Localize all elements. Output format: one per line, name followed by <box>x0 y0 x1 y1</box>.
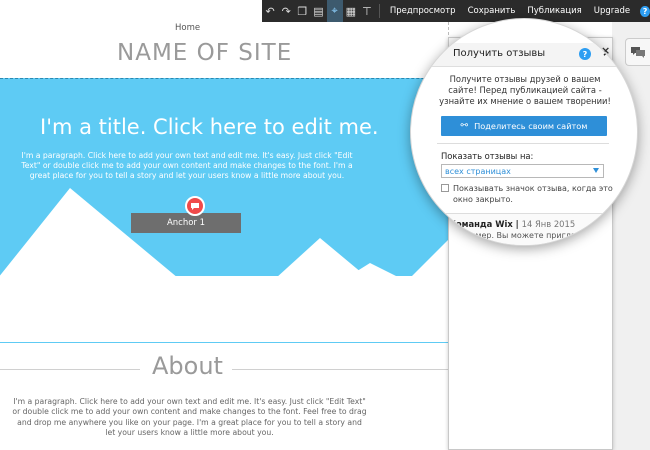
share-site-label: Поделитесь своим сайтом <box>474 121 588 131</box>
paste-icon[interactable]: ▤ <box>310 0 326 22</box>
close-icon[interactable]: × <box>602 45 612 59</box>
pages-select-value: всех страницах <box>445 166 511 176</box>
reviews-intro: Получите отзывы друзей о вашем сайте! Пе… <box>439 74 611 106</box>
help-icon[interactable]: ? <box>640 5 650 17</box>
nav-home-link[interactable]: Home <box>175 23 200 33</box>
site-name[interactable]: NAME OF SITE <box>117 40 292 66</box>
redo-icon[interactable]: ↷ <box>278 0 294 22</box>
magnifier-lens: Получить отзывы ? × Получите отзывы друз… <box>410 18 638 246</box>
share-site-button[interactable]: ⚯ Поделитесь своим сайтом <box>441 116 607 136</box>
magnified-reviews-panel: Получить отзывы ? × Получите отзывы друз… <box>411 19 637 245</box>
hero-paragraph[interactable]: I'm a paragraph. Click here to add your … <box>12 151 362 181</box>
layers-icon[interactable]: ▦ <box>343 0 359 22</box>
ruler-icon[interactable]: ⊤ <box>359 0 375 22</box>
pages-select[interactable]: всех страницах <box>441 164 604 178</box>
review-date: 14 Янв 2015 <box>521 219 576 229</box>
review-author: Команда Wix | 14 Янв 2015 <box>449 219 576 229</box>
anchor-button[interactable]: Anchor 1 <box>131 213 241 233</box>
about-divider-left <box>0 369 140 370</box>
comment-icon[interactable] <box>185 196 205 216</box>
undo-icon[interactable]: ↶ <box>262 0 278 22</box>
about-title[interactable]: About <box>152 352 223 380</box>
about-divider-right <box>232 369 452 370</box>
toolbar-separator <box>378 4 380 18</box>
hero-title[interactable]: I'm a title. Click here to edit me. <box>40 115 379 139</box>
chevron-down-icon <box>593 168 599 173</box>
share-icon: ⚯ <box>460 121 469 131</box>
show-badge-checkbox[interactable] <box>441 184 449 192</box>
show-badge-label: Показывать значок отзыва, когда это окно… <box>453 184 613 204</box>
divider <box>437 143 609 144</box>
copy-icon[interactable]: ❐ <box>294 0 310 22</box>
snap-icon[interactable]: ⌖ <box>326 0 343 22</box>
about-paragraph[interactable]: I'm a paragraph. Click here to add your … <box>12 397 367 438</box>
review-text: Например. Вы можете пригласить... <box>449 231 603 240</box>
help-icon[interactable]: ? <box>579 48 591 60</box>
reviews-title: Получить отзывы <box>453 48 546 59</box>
review-item[interactable] <box>411 213 637 245</box>
show-reviews-label: Показать отзывы на: <box>441 151 534 161</box>
